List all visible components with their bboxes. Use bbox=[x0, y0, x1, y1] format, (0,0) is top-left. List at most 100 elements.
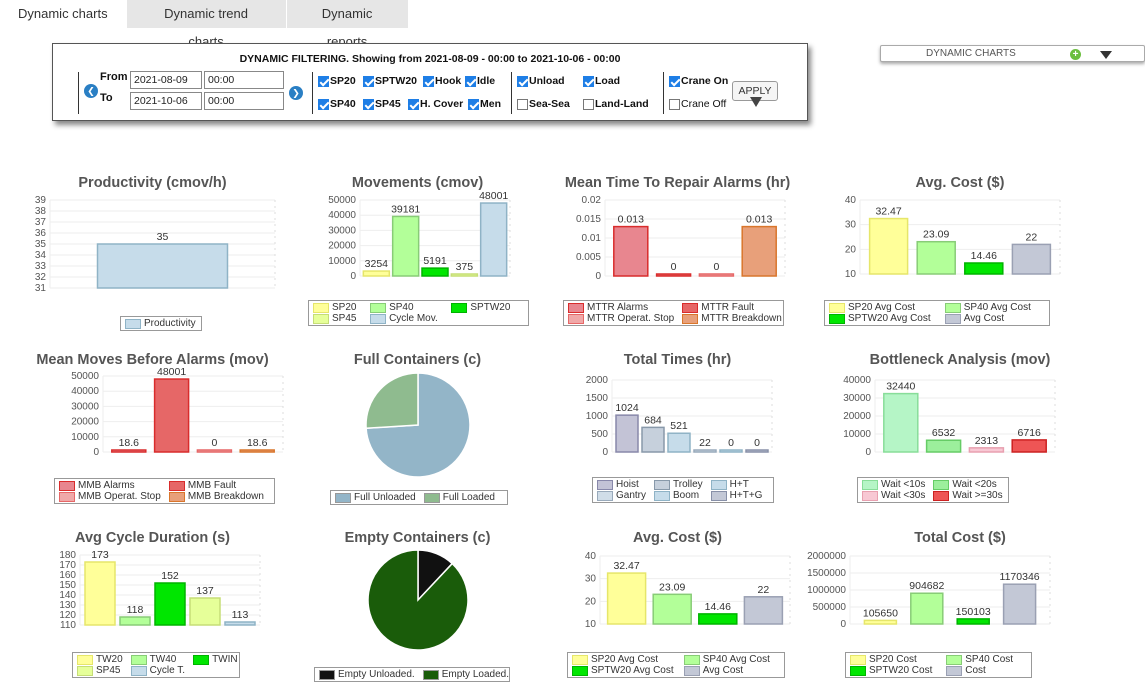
legend-label: MMB Alarms bbox=[78, 480, 135, 491]
y-tick-label: 30 bbox=[845, 220, 857, 231]
legend-label: SP45 bbox=[96, 665, 121, 676]
legend-swatch bbox=[370, 313, 387, 324]
data-label: 18.6 bbox=[119, 437, 140, 449]
bar-h-t-g bbox=[745, 449, 769, 453]
bar-avg-cost bbox=[743, 596, 784, 625]
data-label: 0 bbox=[713, 261, 719, 273]
legend-item[interactable]: Cost bbox=[946, 665, 1019, 676]
bar-sp20-cost bbox=[863, 619, 898, 625]
legend-item[interactable]: MTTR Operat. Stop bbox=[568, 313, 674, 324]
bar-sp45 bbox=[189, 597, 221, 626]
legend-swatch bbox=[59, 491, 75, 502]
y-tick-label: 10000 bbox=[843, 429, 871, 440]
bar-mttr-operat-stop bbox=[698, 273, 735, 277]
pie-slice-full-loaded bbox=[365, 372, 419, 430]
legend-item[interactable]: Wait <20s bbox=[933, 479, 1002, 490]
legend-item[interactable]: TWIN bbox=[193, 654, 238, 665]
y-tick-label: 40000 bbox=[843, 375, 871, 386]
y-tick-label: 36 bbox=[35, 228, 47, 239]
data-label: 0 bbox=[211, 437, 217, 449]
legend-item[interactable]: SP20 Avg Cost bbox=[572, 654, 676, 665]
chart-title-mttr: Mean Time To Repair Alarms (hr) bbox=[564, 175, 791, 191]
data-label: 39181 bbox=[391, 203, 420, 215]
legend-item[interactable]: SP45 bbox=[313, 313, 362, 324]
legend-item[interactable]: Cycle T. bbox=[130, 665, 185, 676]
bar-mttr-fault bbox=[655, 273, 692, 277]
y-tick-label: 2000000 bbox=[807, 551, 846, 562]
bar-sp40-cost bbox=[910, 592, 944, 625]
y-tick-label: 30 bbox=[585, 574, 597, 585]
legend-item[interactable]: SP20 Avg Cost bbox=[829, 302, 937, 313]
data-label: 904682 bbox=[909, 580, 944, 592]
legend-item[interactable]: MMB Operat. Stop bbox=[59, 491, 161, 502]
legend-item[interactable]: SP40 bbox=[370, 302, 443, 313]
legend-swatch bbox=[130, 665, 147, 676]
legend-item[interactable]: SP20 bbox=[313, 302, 362, 313]
charts-canvas: 3938373635343332313550000400003000020000… bbox=[35, 190, 1061, 651]
legend-item[interactable]: TW40 bbox=[130, 654, 185, 665]
chart-legend-bottleneck: Wait <10s Wait <20s Wait <30s Wait >=30s bbox=[857, 477, 1009, 503]
legend-label: H+T bbox=[729, 479, 749, 490]
chart-legend-mmba: MMB Alarms MMB Fault MMB Operat. Stop MMB B… bbox=[54, 478, 275, 504]
legend-item[interactable]: Full Loaded bbox=[423, 492, 495, 503]
legend-item[interactable]: Empty Loaded. bbox=[422, 669, 509, 680]
legend-item[interactable]: MMB Breakdown bbox=[168, 491, 264, 502]
y-tick-label: 40 bbox=[585, 551, 597, 562]
bar-sptw20-cost bbox=[956, 618, 990, 625]
legend-item[interactable]: TW20 bbox=[77, 654, 123, 665]
legend-item[interactable]: Wait <30s bbox=[862, 490, 925, 501]
bar-mmb-breakdown bbox=[239, 449, 275, 453]
legend-item[interactable]: Hoist bbox=[597, 479, 646, 490]
legend-item[interactable]: SP40 Avg Cost bbox=[944, 302, 1037, 313]
bar-wait-30s bbox=[968, 447, 1005, 453]
bar-mmb-fault bbox=[153, 378, 190, 453]
y-tick-label: 500 bbox=[591, 429, 608, 440]
legend-item[interactable]: SPTW20 Avg Cost bbox=[829, 313, 937, 324]
legend-item[interactable]: SPTW20 Avg Cost bbox=[572, 665, 676, 676]
legend-item[interactable]: SPTW20 Cost bbox=[850, 665, 938, 676]
legend-label: Empty Unloaded. bbox=[338, 669, 415, 680]
legend-item[interactable]: Wait <10s bbox=[862, 479, 925, 490]
legend-swatch bbox=[944, 313, 961, 324]
chart-legend-emptycont: Empty Unloaded. Empty Loaded. bbox=[314, 667, 510, 682]
legend-item[interactable]: MTTR Breakdown bbox=[682, 313, 782, 324]
bar-boom bbox=[719, 449, 743, 453]
legend-label: Wait >=30s bbox=[952, 490, 1003, 501]
legend-item[interactable]: Productivity bbox=[125, 318, 196, 329]
legend-item[interactable]: Empty Unloaded. bbox=[319, 669, 415, 680]
legend-item[interactable]: Wait >=30s bbox=[933, 490, 1003, 501]
legend-item[interactable]: Avg Cost bbox=[683, 665, 772, 676]
data-label: 684 bbox=[644, 414, 662, 426]
legend-swatch bbox=[654, 479, 671, 490]
legend-item[interactable]: Boom bbox=[654, 490, 703, 501]
legend-item[interactable]: MTTR Alarms bbox=[568, 302, 674, 313]
chart-title-bottleneck: Bottleneck Analysis (mov) bbox=[869, 352, 1051, 368]
legend-item[interactable]: SP40 Cost bbox=[946, 654, 1019, 665]
legend-item[interactable]: Gantry bbox=[597, 490, 646, 501]
data-label: 14.46 bbox=[971, 250, 997, 262]
legend-item[interactable]: H+T+G bbox=[710, 490, 762, 501]
data-label: 32440 bbox=[886, 381, 915, 393]
data-label: 0.013 bbox=[746, 214, 772, 226]
chart-title-cycle: Avg Cycle Duration (s) bbox=[75, 530, 230, 546]
legend-item[interactable]: MMB Alarms bbox=[59, 480, 161, 491]
legend-item[interactable]: Trolley bbox=[654, 479, 703, 490]
legend-item[interactable]: SP20 Cost bbox=[850, 654, 938, 665]
legend-item[interactable]: SP45 bbox=[77, 665, 123, 676]
bar-cost bbox=[1002, 583, 1037, 625]
data-label: 152 bbox=[161, 570, 179, 582]
legend-item[interactable]: H+T bbox=[710, 479, 763, 490]
legend-label: TWIN bbox=[212, 654, 238, 665]
legend-item[interactable]: Cycle Mov. bbox=[370, 313, 443, 324]
y-tick-label: 30000 bbox=[843, 393, 871, 404]
legend-item[interactable]: MMB Fault bbox=[168, 480, 264, 491]
legend-swatch bbox=[193, 654, 210, 665]
legend-item[interactable]: Full Unloaded bbox=[335, 492, 416, 503]
legend-item[interactable]: Avg Cost bbox=[944, 313, 1037, 324]
legend-item[interactable]: SP40 Avg Cost bbox=[683, 654, 772, 665]
legend-item[interactable]: SPTW20 bbox=[451, 302, 516, 313]
y-tick-label: 0 bbox=[93, 447, 99, 458]
legend-item[interactable]: MTTR Fault bbox=[682, 302, 782, 313]
y-tick-label: 39 bbox=[35, 195, 47, 206]
legend-swatch bbox=[683, 665, 700, 676]
